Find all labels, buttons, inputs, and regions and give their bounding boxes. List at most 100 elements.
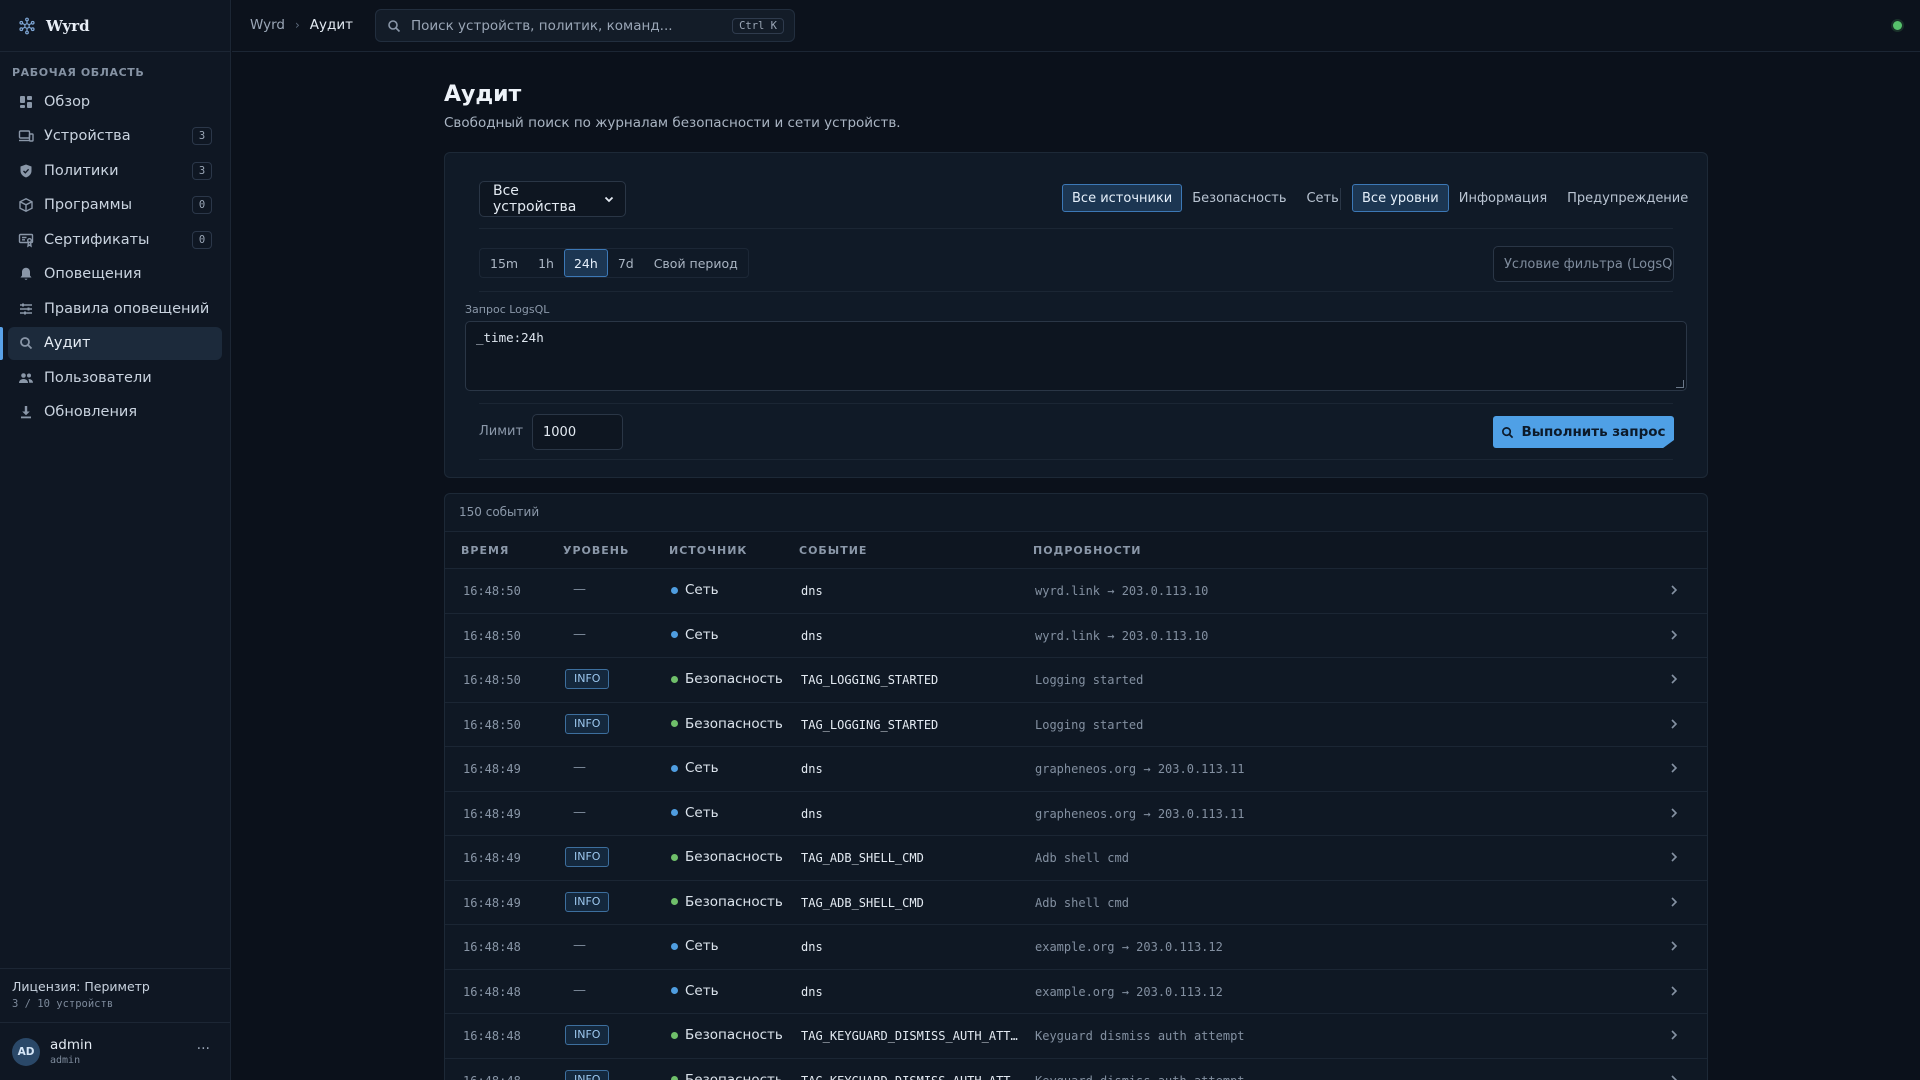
event-time: 16:48:49 bbox=[463, 895, 521, 910]
chevron-right-icon[interactable] bbox=[1668, 672, 1680, 686]
chevron-right-icon[interactable] bbox=[1668, 761, 1680, 775]
table-row[interactable]: 16:48:48 — Сеть dns example.org → 203.0.113.… bbox=[445, 925, 1707, 970]
run-query-button[interactable]: Выполнить запрос bbox=[1493, 416, 1674, 448]
source-label: Безопасность bbox=[685, 893, 783, 910]
results-table: 150 событий ВРЕМЯ УРОВЕНЬ ИСТОЧНИК СОБЫТ… bbox=[444, 493, 1708, 1080]
search-input[interactable]: Поиск устройств, политик, команд... bbox=[411, 18, 722, 34]
more-options-icon[interactable]: ··· bbox=[197, 1041, 210, 1057]
user-menu[interactable]: AD admin admin ··· bbox=[0, 1022, 230, 1080]
event-source: Сеть bbox=[671, 760, 719, 776]
license-title: Лицензия: Периметр bbox=[12, 979, 150, 994]
event-time: 16:48:48 bbox=[463, 1074, 521, 1080]
chevron-right-icon[interactable] bbox=[1668, 984, 1680, 998]
chevron-right-icon[interactable] bbox=[1668, 583, 1680, 597]
chevron-right-icon[interactable] bbox=[1668, 850, 1680, 864]
chevron-right-icon[interactable] bbox=[1668, 628, 1680, 642]
sidebar-item-count-badge: 3 bbox=[192, 161, 212, 180]
time-range-button-0[interactable]: 15m bbox=[480, 249, 528, 277]
devices-icon bbox=[18, 128, 34, 144]
level-badge: INFO bbox=[565, 1025, 610, 1045]
logsql-query-textarea[interactable]: _time:24h bbox=[465, 321, 1687, 391]
sidebar-item-devices[interactable]: Устройства 3 bbox=[8, 120, 222, 153]
level-filter-button-0[interactable]: Все уровни bbox=[1352, 184, 1449, 212]
user-role: admin bbox=[50, 1055, 81, 1066]
source-dot bbox=[671, 764, 678, 772]
event-time: 16:48:50 bbox=[463, 584, 521, 598]
event-details: Adb shell cmd bbox=[1035, 851, 1129, 865]
event-name: TAG_KEYGUARD_DISMISS_AUTH_ATTEMPT bbox=[801, 1074, 1019, 1080]
chevron-right-icon[interactable] bbox=[1668, 717, 1680, 731]
sidebar-item-users[interactable]: Пользователи bbox=[8, 361, 222, 394]
source-filter-button-0[interactable]: Все источники bbox=[1062, 184, 1183, 212]
table-row[interactable]: 16:48:49 INFO Безопасность TAG_ADB_SHELL_CM… bbox=[445, 881, 1707, 925]
chevron-right-icon[interactable] bbox=[1668, 806, 1680, 820]
column-header-time[interactable]: ВРЕМЯ bbox=[461, 544, 509, 557]
global-search[interactable]: Поиск устройств, политик, команд... Ctrl… bbox=[375, 9, 795, 42]
filter-condition-input[interactable]: Условие фильтра (LogsQL) bbox=[1493, 246, 1674, 282]
level-empty: — bbox=[573, 938, 586, 953]
column-header-details[interactable]: ПОДРОБНОСТИ bbox=[1033, 544, 1142, 557]
table-body: 16:48:50 — Сеть dns wyrd.link → 203.0.113.10… bbox=[445, 569, 1707, 1080]
event-details: example.org → 203.0.113.12 bbox=[1035, 940, 1223, 954]
event-details: wyrd.link → 203.0.113.10 bbox=[1035, 584, 1209, 598]
event-details: example.org → 203.0.113.12 bbox=[1035, 984, 1223, 999]
sidebar-item-policies[interactable]: Политики 3 bbox=[8, 154, 222, 187]
chevron-right-icon[interactable] bbox=[1668, 895, 1680, 909]
sidebar-item-overview[interactable]: Обзор bbox=[8, 85, 222, 118]
level-filter-button-2[interactable]: Предупреждение bbox=[1557, 184, 1698, 212]
event-source: Безопасность bbox=[671, 849, 783, 865]
wyrd-logo-icon bbox=[18, 17, 36, 35]
chevron-right-icon[interactable] bbox=[1668, 1073, 1680, 1080]
event-name: TAG_ADB_SHELL_CMD bbox=[801, 851, 924, 865]
table-row[interactable]: 16:48:49 INFO Безопасность TAG_ADB_SHELL_CM… bbox=[445, 836, 1707, 881]
device-select[interactable]: Все устройства bbox=[479, 181, 626, 217]
dashboard-icon bbox=[18, 94, 34, 110]
sidebar-item-alert-rules[interactable]: Правила оповещений bbox=[8, 292, 222, 325]
sidebar-item-audit[interactable]: Аудит bbox=[8, 326, 222, 360]
time-range-button-1[interactable]: 1h bbox=[528, 249, 564, 277]
run-query-label: Выполнить запрос bbox=[1521, 424, 1666, 440]
column-header-event[interactable]: СОБЫТИЕ bbox=[799, 544, 867, 557]
sidebar-item-updates[interactable]: Обновления bbox=[8, 396, 222, 429]
download-icon bbox=[18, 404, 34, 420]
filter-divider bbox=[1340, 188, 1341, 210]
limit-input[interactable]: 1000 bbox=[532, 414, 623, 450]
column-header-level[interactable]: УРОВЕНЬ bbox=[563, 544, 629, 557]
event-name: dns bbox=[801, 806, 823, 821]
event-name: dns bbox=[801, 984, 823, 999]
page-subtitle: Свободный поиск по журналам безопасности… bbox=[444, 115, 901, 131]
sidebar-item-programs[interactable]: Программы 0 bbox=[8, 189, 222, 222]
sidebar-item-alerts[interactable]: Оповещения bbox=[8, 258, 222, 291]
level-filter-button-1[interactable]: Информация bbox=[1449, 184, 1557, 212]
chevron-right-icon[interactable] bbox=[1668, 1028, 1680, 1042]
time-range-button-4[interactable]: Свой период bbox=[644, 249, 748, 277]
source-dot bbox=[671, 898, 678, 905]
event-details: grapheneos.org → 203.0.113.11 bbox=[1035, 762, 1245, 776]
source-filter-button-1[interactable]: Безопасность bbox=[1182, 184, 1296, 212]
sidebar-item-certificates[interactable]: Сертификаты 0 bbox=[8, 223, 222, 256]
breadcrumb-root[interactable]: Wyrd bbox=[250, 17, 285, 33]
brand[interactable]: Wyrd bbox=[0, 0, 230, 52]
table-row[interactable]: 16:48:49 — Сеть dns grapheneos.org → 203.0.1… bbox=[445, 792, 1707, 836]
table-row[interactable]: 16:48:50 INFO Безопасность TAG_LOGGING_STAR… bbox=[445, 658, 1707, 703]
table-row[interactable]: 16:48:48 — Сеть dns example.org → 203.0.113.… bbox=[445, 970, 1707, 1014]
table-row[interactable]: 16:48:50 — Сеть dns wyrd.link → 203.0.113.10 bbox=[445, 569, 1707, 614]
event-source: Сеть bbox=[671, 582, 719, 598]
table-row[interactable]: 16:48:49 — Сеть dns grapheneos.org → 203.0.1… bbox=[445, 747, 1707, 792]
table-row[interactable]: 16:48:50 INFO Безопасность TAG_LOGGING_STAR… bbox=[445, 703, 1707, 747]
chevron-right-icon[interactable] bbox=[1668, 939, 1680, 953]
time-range-button-2[interactable]: 24h bbox=[563, 249, 608, 277]
table-row[interactable]: 16:48:48 INFO Безопасность TAG_KEYGUARD_DIS… bbox=[445, 1059, 1707, 1080]
time-range-button-3[interactable]: 7d bbox=[608, 249, 644, 277]
table-row[interactable]: 16:48:48 INFO Безопасность TAG_KEYGUARD_DIS… bbox=[445, 1014, 1707, 1059]
event-name: dns bbox=[801, 628, 823, 643]
sidebar-item-label: Правила оповещений bbox=[44, 300, 210, 317]
event-details: Keyguard dismiss auth attempt bbox=[1035, 1074, 1245, 1080]
sidebar-item-count-badge: 0 bbox=[192, 196, 212, 214]
event-details: Adb shell cmd bbox=[1035, 895, 1129, 910]
table-row[interactable]: 16:48:50 — Сеть dns wyrd.link → 203.0.113.10 bbox=[445, 614, 1707, 658]
breadcrumb: Wyrd › Аудит bbox=[250, 17, 353, 33]
resize-handle[interactable] bbox=[1676, 380, 1684, 388]
column-header-source[interactable]: ИСТОЧНИК bbox=[669, 544, 747, 557]
level-cell: INFO bbox=[565, 713, 610, 734]
